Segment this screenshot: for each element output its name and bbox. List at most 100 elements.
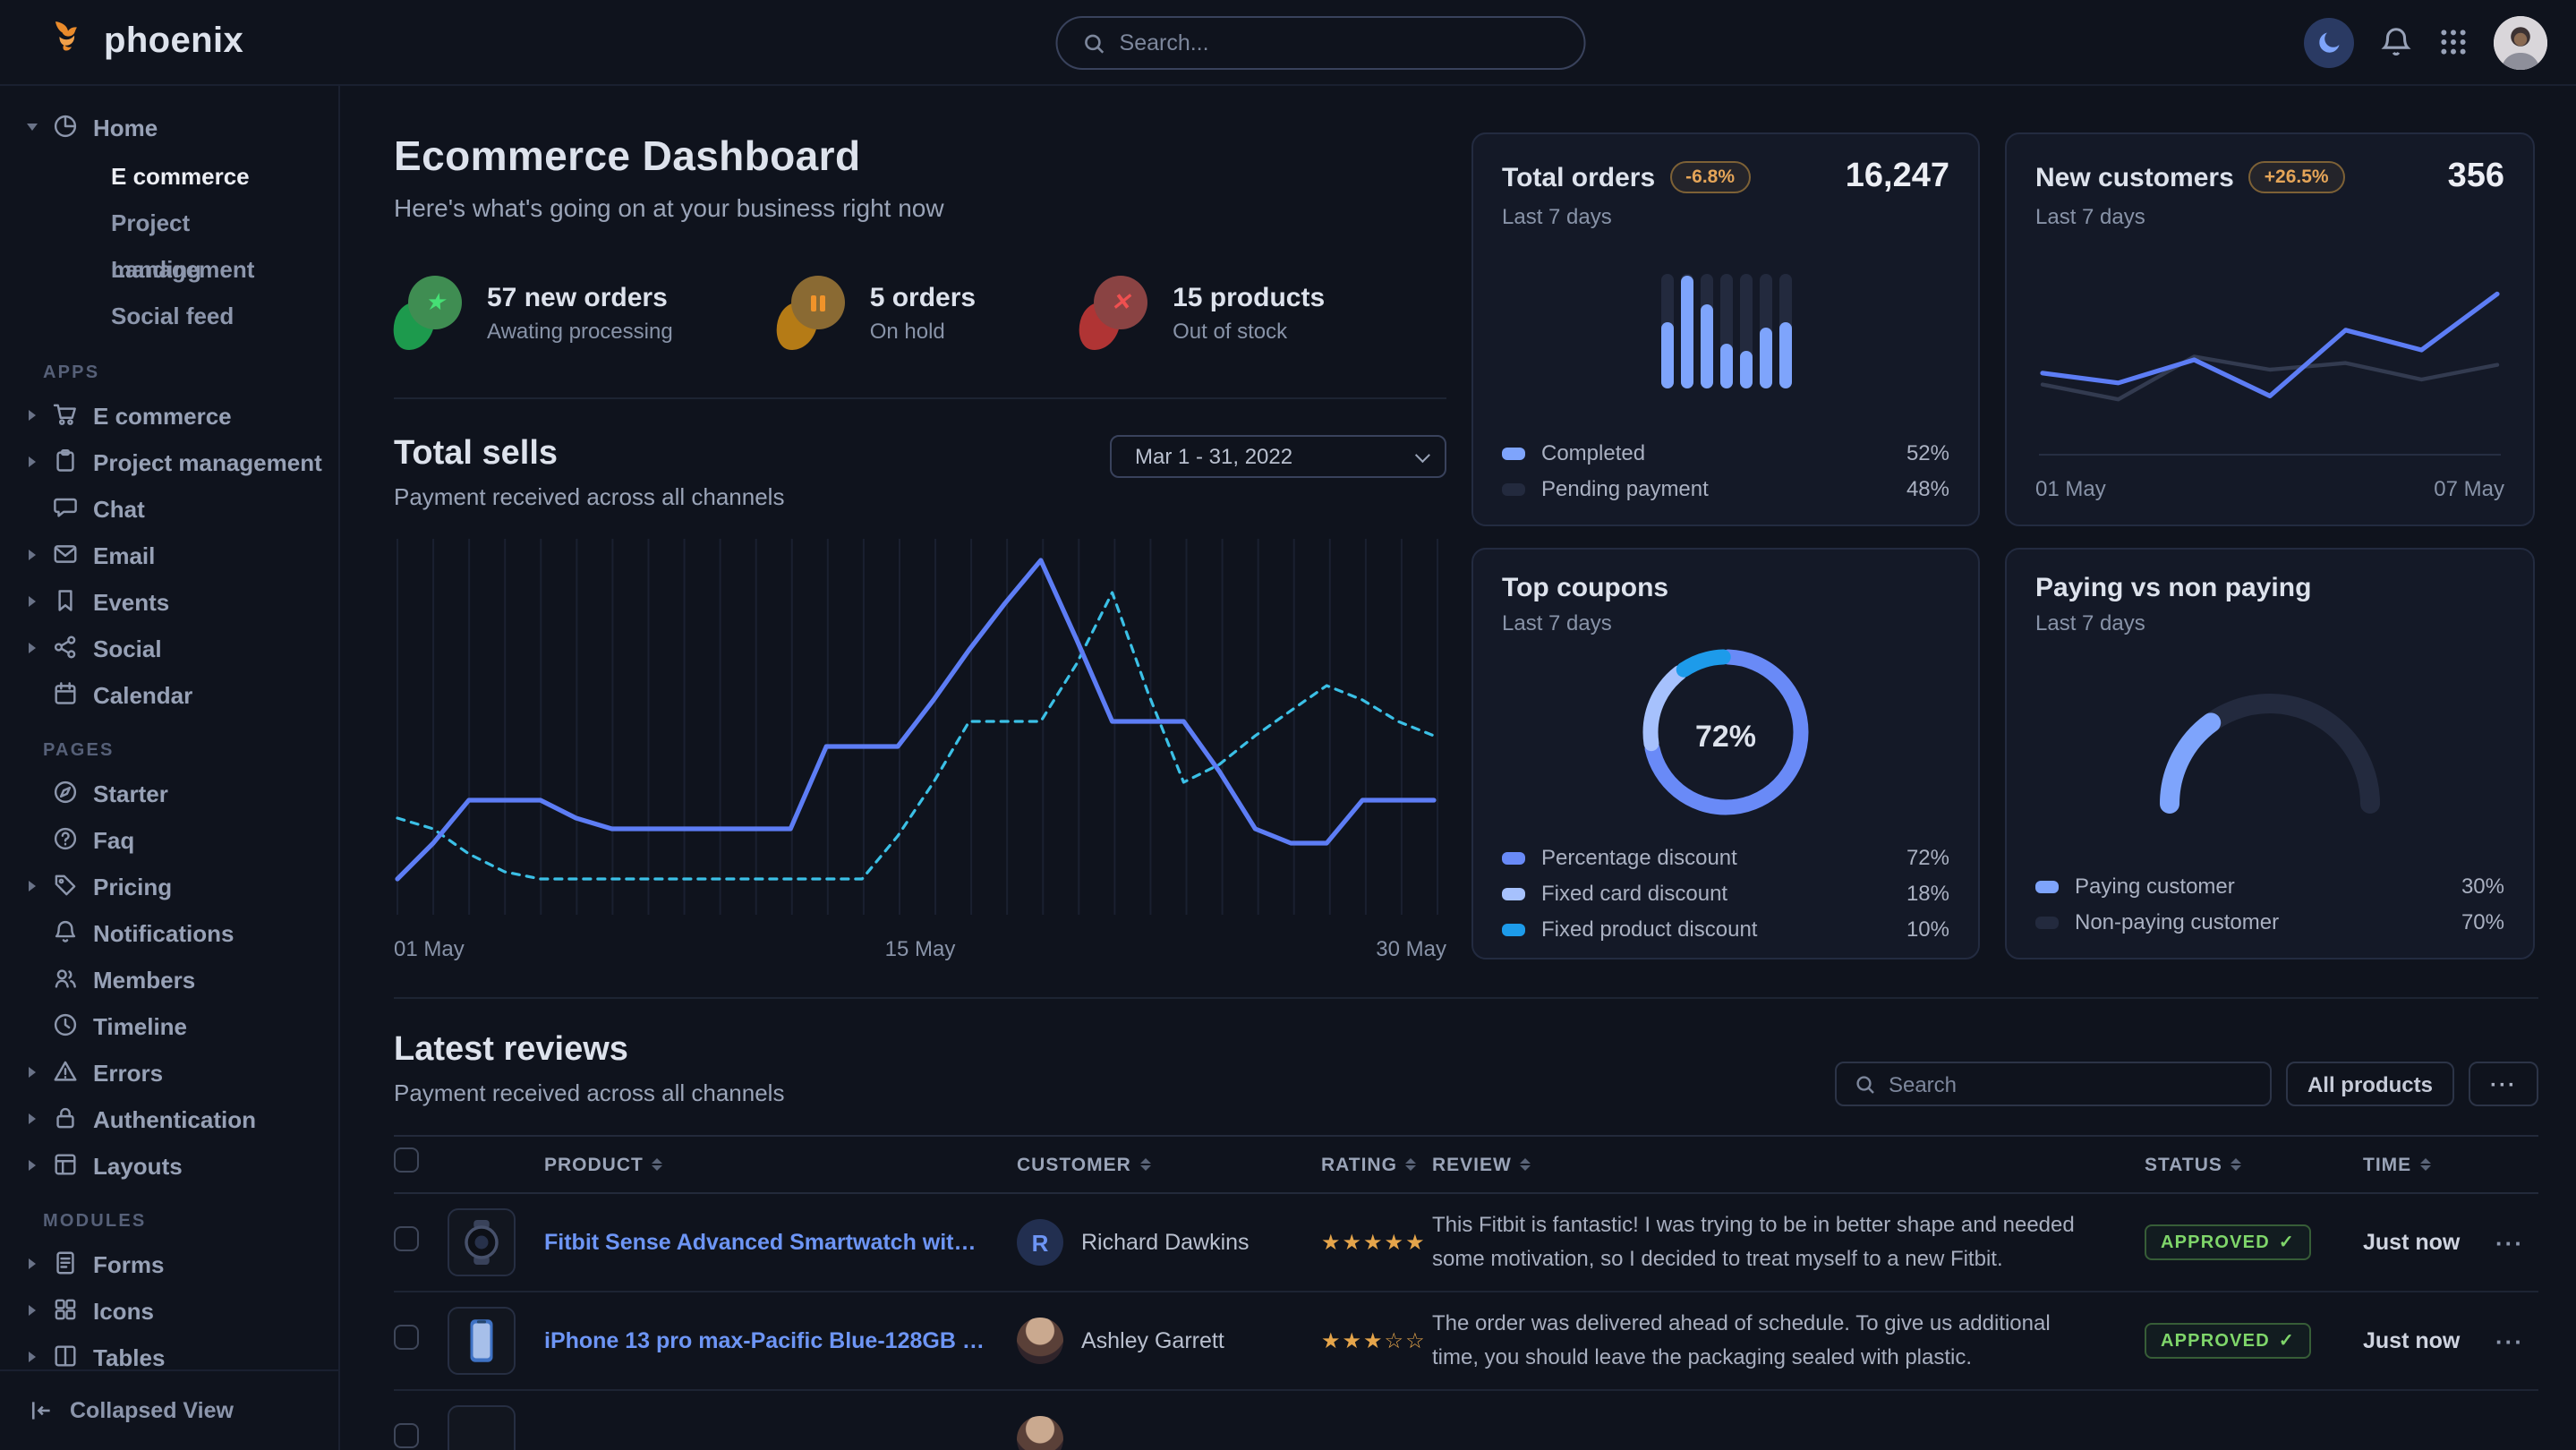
sidebar-item-members[interactable]: Members <box>0 956 338 1002</box>
user-avatar[interactable] <box>2494 15 2547 69</box>
phoenix-logo-icon <box>47 16 90 68</box>
users-icon <box>52 965 81 994</box>
column-header-status[interactable]: STATUS <box>2145 1154 2363 1175</box>
rating-stars: ★★★★★ <box>1321 1230 1432 1255</box>
check-icon: ✓ <box>2279 1233 2295 1253</box>
sidebar-item-social[interactable]: Social <box>0 625 338 671</box>
card-period: Last 7 days <box>1502 610 1949 635</box>
reviews-search-input[interactable] <box>1889 1071 2252 1096</box>
x-axis-label: 15 May <box>885 936 956 961</box>
chat-icon <box>52 494 81 523</box>
status-badge: APPROVED ✓ <box>2145 1324 2311 1360</box>
sidebar-item-faq[interactable]: Faq <box>0 816 338 863</box>
main-content: Ecommerce Dashboard Here's what's going … <box>340 86 2576 1450</box>
sidebar-subitem-project-management[interactable]: Project management <box>0 200 338 247</box>
sidebar-item-notifications[interactable]: Notifications <box>0 909 338 956</box>
caret-right-icon <box>29 1160 36 1171</box>
card-period: Last 7 days <box>2035 610 2504 635</box>
order-bar <box>1739 274 1752 388</box>
sidebar-heading-apps: APPS <box>43 363 338 383</box>
sidebar-subitem-social-feed[interactable]: Social feed <box>0 294 338 340</box>
sidebar-item-e-commerce[interactable]: E commerce <box>0 392 338 439</box>
product-link[interactable]: Fitbit Sense Advanced Smartwatch with To… <box>544 1230 1017 1255</box>
total-sells-x-axis: 01 May15 May30 May <box>394 936 1446 961</box>
rating-stars: ★★★☆☆ <box>1321 1328 1432 1353</box>
stat-5-orders: 5 ordersOn hold <box>777 276 976 351</box>
global-search[interactable] <box>1055 16 1585 70</box>
column-header-rating[interactable]: RATING <box>1321 1154 1432 1175</box>
new-customers-x-axis: 01 May07 May <box>2035 476 2504 501</box>
apps-grid-button[interactable] <box>2438 27 2469 57</box>
column-header-time[interactable]: TIME <box>2363 1154 2495 1175</box>
collapsed-view-button[interactable]: Collapsed View <box>0 1369 338 1450</box>
row-checkbox[interactable] <box>394 1225 419 1250</box>
search-icon <box>1082 31 1105 55</box>
sidebar-item-layouts[interactable]: Layouts <box>0 1142 338 1189</box>
legend-row: Completed52% <box>1502 440 1949 465</box>
file-icon <box>52 1250 81 1278</box>
sidebar-subitem-landing[interactable]: Landing <box>0 247 338 294</box>
legend-row: Pending payment48% <box>1502 476 1949 501</box>
row-more-button[interactable]: ··· <box>2495 1229 2538 1256</box>
sidebar-item-starter[interactable]: Starter <box>0 770 338 816</box>
section-divider <box>394 997 2538 999</box>
notifications-button[interactable] <box>2379 25 2413 59</box>
x-axis-label: 01 May <box>2035 476 2106 501</box>
reviews-more-button[interactable]: ··· <box>2469 1062 2538 1106</box>
sidebar-item-pricing[interactable]: Pricing <box>0 863 338 909</box>
sidebar: HomeE commerceProject managementLandingS… <box>0 86 340 1450</box>
column-header-product[interactable]: PRODUCT <box>544 1154 1017 1175</box>
nine-dots-grid-icon <box>2438 27 2469 57</box>
total-orders-legend: Completed52% Pending payment48% <box>1502 430 1949 501</box>
sidebar-item-calendar[interactable]: Calendar <box>0 671 338 718</box>
row-checkbox[interactable] <box>394 1324 419 1349</box>
sidebar-item-events[interactable]: Events <box>0 578 338 625</box>
calendar-icon <box>52 680 81 709</box>
avatar <box>1017 1416 1063 1450</box>
total-orders-bar-chart <box>1502 240 1949 422</box>
review-text: This Fitbit is fantastic! I was trying t… <box>1432 1209 2145 1275</box>
paying-legend: Paying customer30%Non-paying customer70% <box>2035 863 2504 934</box>
paying-gauge-chart <box>2136 661 2404 823</box>
column-header-customer[interactable]: CUSTOMER <box>1017 1154 1321 1175</box>
sidebar-item-forms[interactable]: Forms <box>0 1241 338 1287</box>
product-link[interactable]: iPhone 13 pro max-Pacific Blue-128GB sto… <box>544 1328 1017 1353</box>
all-products-button[interactable]: All products <box>2286 1062 2454 1106</box>
app: phoenix <box>0 0 2576 1450</box>
clipboard-icon <box>52 448 81 476</box>
sidebar-item-email[interactable]: Email <box>0 532 338 578</box>
sidebar-item-authentication[interactable]: Authentication <box>0 1096 338 1142</box>
global-search-input[interactable] <box>1120 30 1558 55</box>
sidebar-item-timeline[interactable]: Timeline <box>0 1002 338 1049</box>
sidebar-item-chat[interactable]: Chat <box>0 485 338 532</box>
paying-vs-nonpaying-card: Paying vs non paying Last 7 days Paying … <box>2005 548 2535 960</box>
top-coupons-donut-chart: 72% <box>1633 639 1819 834</box>
total-orders-card: Total orders -6.8% 16,247 Last 7 days Co… <box>1471 132 1980 526</box>
brand[interactable]: phoenix <box>47 16 243 68</box>
row-checkbox[interactable] <box>394 1422 419 1447</box>
sidebar-item-project-management[interactable]: Project management <box>0 439 338 485</box>
order-bar <box>1719 274 1732 388</box>
sidebar-item-icons[interactable]: Icons <box>0 1287 338 1334</box>
new-customers-line-chart <box>2035 256 2504 467</box>
date-range-select[interactable]: Mar 1 - 31, 2022 <box>1110 435 1446 478</box>
top-navbar: phoenix <box>0 0 2576 86</box>
dashboard-right-column: Total orders -6.8% 16,247 Last 7 days Co… <box>1471 132 2538 960</box>
column-header-review[interactable]: REVIEW <box>1432 1154 2145 1175</box>
share-icon <box>52 634 81 662</box>
reviews-search[interactable] <box>1835 1062 2272 1106</box>
collapse-icon <box>29 1398 54 1423</box>
sidebar-nav: HomeE commerceProject managementLandingS… <box>0 86 338 1427</box>
sort-icon <box>1406 1158 1417 1172</box>
sidebar-item-errors[interactable]: Errors <box>0 1049 338 1096</box>
theme-toggle-button[interactable] <box>2304 17 2354 67</box>
donut-center-label: 72% <box>1633 639 1819 834</box>
stat-15-products: ✕15 productsOut of stock <box>1079 276 1325 351</box>
top-coupons-card: Top coupons Last 7 days 72% Percentage d… <box>1471 548 1980 960</box>
row-more-button[interactable]: ··· <box>2495 1327 2538 1354</box>
legend-row: Percentage discount72% <box>1502 845 1949 870</box>
sidebar-subitem-e-commerce[interactable]: E commerce <box>0 154 338 200</box>
select-all-checkbox[interactable] <box>394 1147 419 1173</box>
star-status-icon: ★ <box>394 276 465 351</box>
sidebar-item-home[interactable]: Home <box>0 104 338 150</box>
